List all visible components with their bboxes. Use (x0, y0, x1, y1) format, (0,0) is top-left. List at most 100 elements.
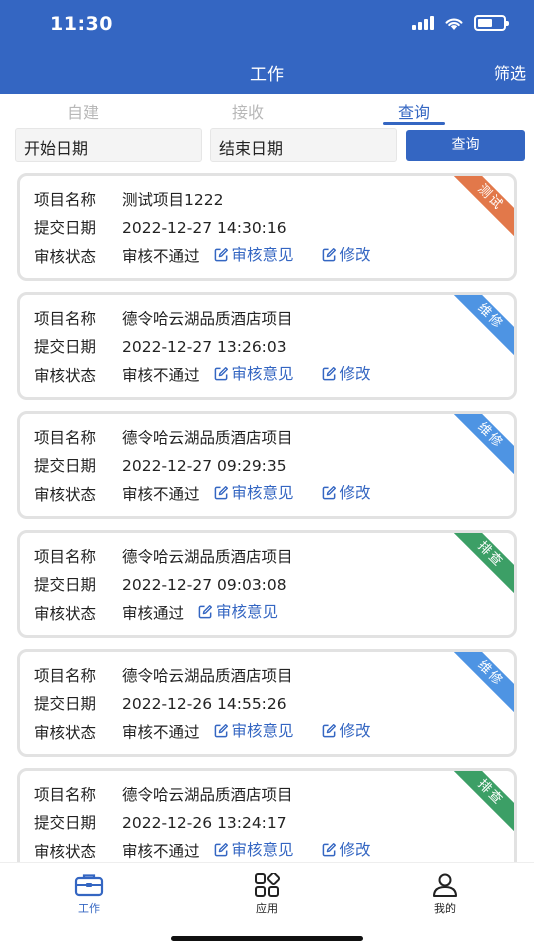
modify-label: 修改 (339, 841, 371, 859)
project-name-label: 项目名称 (34, 310, 97, 328)
record-card[interactable]: 维修 项目名称 德令哈云湖品质酒店项目提交日期 2022-12-27 13:26:03… (17, 292, 517, 400)
query-button[interactable]: 查询 (406, 130, 525, 161)
category-tag: 维修 (447, 652, 514, 717)
project-name-label: 项目名称 (34, 667, 97, 685)
review-opinion-label: 审核意见 (231, 722, 294, 740)
submit-date-value: 2022-12-26 13:24:17 (122, 814, 287, 832)
review-status-label: 审核状态 (34, 485, 97, 504)
submit-date-row: 提交日期 2022-12-26 14:55:26 (34, 692, 287, 714)
review-status-label: 审核状态 (34, 604, 97, 623)
tab-query[interactable]: 查询 (364, 99, 464, 123)
review-opinion-label: 审核意见 (231, 841, 294, 859)
review-status-label: 审核状态 (34, 723, 97, 742)
record-list[interactable]: 测试 项目名称 测试项目1222 提交日期 2022-12-27 14:30:16 审核状… (0, 170, 534, 862)
project-name-row: 项目名称 德令哈云湖品质酒店项目 (34, 783, 293, 805)
edit-icon (322, 485, 336, 499)
record-card[interactable]: 排查 项目名称 德令哈云湖品质酒店项目 提交日期 2022-12-27 09:03:08… (17, 530, 517, 638)
review-opinion-link[interactable]: 审核意见 (214, 362, 294, 384)
submit-date-label: 提交日期 (34, 338, 97, 356)
project-name-value: 德令哈云湖品质酒店项目 (122, 667, 293, 685)
review-opinion-link[interactable]: 审核意见 (214, 243, 294, 265)
page-title: 工作 (250, 65, 284, 85)
modify-link[interactable]: 修改 (322, 838, 371, 860)
tab-self-built[interactable]: 自建 (33, 99, 133, 123)
review-opinion-label: 审核意见 (231, 246, 294, 264)
submit-date-label: 提交日期 (34, 814, 97, 832)
edit-icon (322, 842, 336, 856)
tabbar-item-apps[interactable]: 应用 (227, 873, 307, 916)
review-status-value: 审核不通过 (122, 366, 200, 385)
project-name-row: 项目名称 德令哈云湖品质酒店项目 (34, 664, 293, 686)
apps-grid-icon (255, 873, 281, 897)
project-name-label: 项目名称 (34, 191, 97, 209)
review-status-value: 审核不通过 (122, 723, 200, 742)
review-opinion-label: 审核意见 (231, 484, 294, 502)
project-name-label: 项目名称 (34, 786, 97, 804)
status-bar: 11:30 (0, 0, 534, 50)
category-tag: 排查 (447, 771, 514, 836)
edit-icon (214, 485, 228, 499)
project-name-row: 项目名称 德令哈云湖品质酒店项目 (34, 307, 293, 329)
record-card[interactable]: 维修 项目名称 德令哈云湖品质酒店项目 提交日期 2022-12-27 09:29:35… (17, 411, 517, 519)
search-row: 开始日期 结束日期 查询 (0, 128, 534, 164)
edit-icon (322, 723, 336, 737)
tab-bar: 自建 接收 查询 (0, 94, 534, 126)
tabbar-item-mine[interactable]: 我的 (405, 873, 485, 916)
review-status-value: 审核通过 (122, 604, 185, 623)
review-opinion-label: 审核意见 (231, 365, 294, 383)
review-opinion-link[interactable]: 审核意见 (198, 600, 278, 622)
user-icon (433, 873, 457, 897)
submit-date-value: 2022-12-27 13:26:03 (122, 338, 287, 356)
modify-link[interactable]: 修改 (322, 243, 371, 265)
project-name-row: 项目名称 测试项目1222 (34, 188, 223, 210)
review-status-row: 审核状态 审核不通过 审核意见 修改 (34, 362, 371, 386)
end-date-field[interactable]: 结束日期 (210, 128, 397, 162)
record-card[interactable]: 排查 项目名称 德令哈云湖品质酒店项目提交日期 2022-12-26 13:24:17… (17, 768, 517, 862)
edit-icon (198, 604, 213, 618)
edit-icon (214, 842, 228, 856)
submit-date-row: 提交日期 2022-12-27 14:30:16 (34, 216, 287, 238)
review-status-label: 审核状态 (34, 842, 97, 861)
modify-link[interactable]: 修改 (322, 481, 371, 503)
filter-button[interactable]: 筛选 (494, 60, 526, 84)
tabbar-label: 工作 (78, 902, 100, 915)
review-status-label: 审核状态 (34, 247, 97, 266)
modify-label: 修改 (339, 246, 371, 264)
submit-date-value: 2022-12-27 09:29:35 (122, 457, 287, 475)
submit-date-row: 提交日期 2022-12-27 09:29:35 (34, 454, 287, 476)
project-name-row: 项目名称 德令哈云湖品质酒店项目 (34, 426, 293, 448)
tab-received[interactable]: 接收 (198, 99, 298, 123)
project-name-value: 德令哈云湖品质酒店项目 (122, 429, 293, 447)
edit-icon (322, 366, 336, 380)
review-status-row: 审核状态 审核不通过 审核意见 修改 (34, 838, 371, 862)
project-name-label: 项目名称 (34, 548, 97, 566)
record-card[interactable]: 测试 项目名称 测试项目1222 提交日期 2022-12-27 14:30:16 审核状… (17, 173, 517, 281)
project-name-value: 德令哈云湖品质酒店项目 (122, 310, 293, 328)
start-date-field[interactable]: 开始日期 (15, 128, 202, 162)
review-status-label: 审核状态 (34, 366, 97, 385)
review-status-value: 审核不通过 (122, 842, 200, 861)
submit-date-label: 提交日期 (34, 219, 97, 237)
submit-date-label: 提交日期 (34, 576, 97, 594)
submit-date-row: 提交日期 2022-12-27 13:26:03 (34, 335, 287, 357)
review-opinion-link[interactable]: 审核意见 (214, 719, 294, 741)
project-name-label: 项目名称 (34, 429, 97, 447)
category-tag: 维修 (447, 295, 514, 360)
tabbar-item-work[interactable]: 工作 (49, 873, 129, 916)
category-tag: 测试 (447, 176, 514, 241)
review-opinion-link[interactable]: 审核意见 (214, 838, 294, 860)
tab-active-indicator (383, 122, 445, 125)
record-card[interactable]: 维修 项目名称 德令哈云湖品质酒店项目提交日期 2022-12-26 14:55:26… (17, 649, 517, 757)
project-name-value: 德令哈云湖品质酒店项目 (122, 786, 293, 804)
wifi-icon (445, 18, 463, 30)
review-opinion-label: 审核意见 (216, 603, 279, 621)
submit-date-value: 2022-12-27 09:03:08 (122, 576, 287, 594)
tabbar-label: 我的 (434, 902, 456, 915)
modify-link[interactable]: 修改 (322, 362, 371, 384)
review-opinion-link[interactable]: 审核意见 (214, 481, 294, 503)
submit-date-value: 2022-12-26 14:55:26 (122, 695, 287, 713)
category-tag: 排查 (447, 533, 514, 598)
submit-date-row: 提交日期 2022-12-27 09:03:08 (34, 573, 287, 595)
modify-link[interactable]: 修改 (322, 719, 371, 741)
review-status-row: 审核状态 审核不通过 审核意见 修改 (34, 243, 371, 267)
